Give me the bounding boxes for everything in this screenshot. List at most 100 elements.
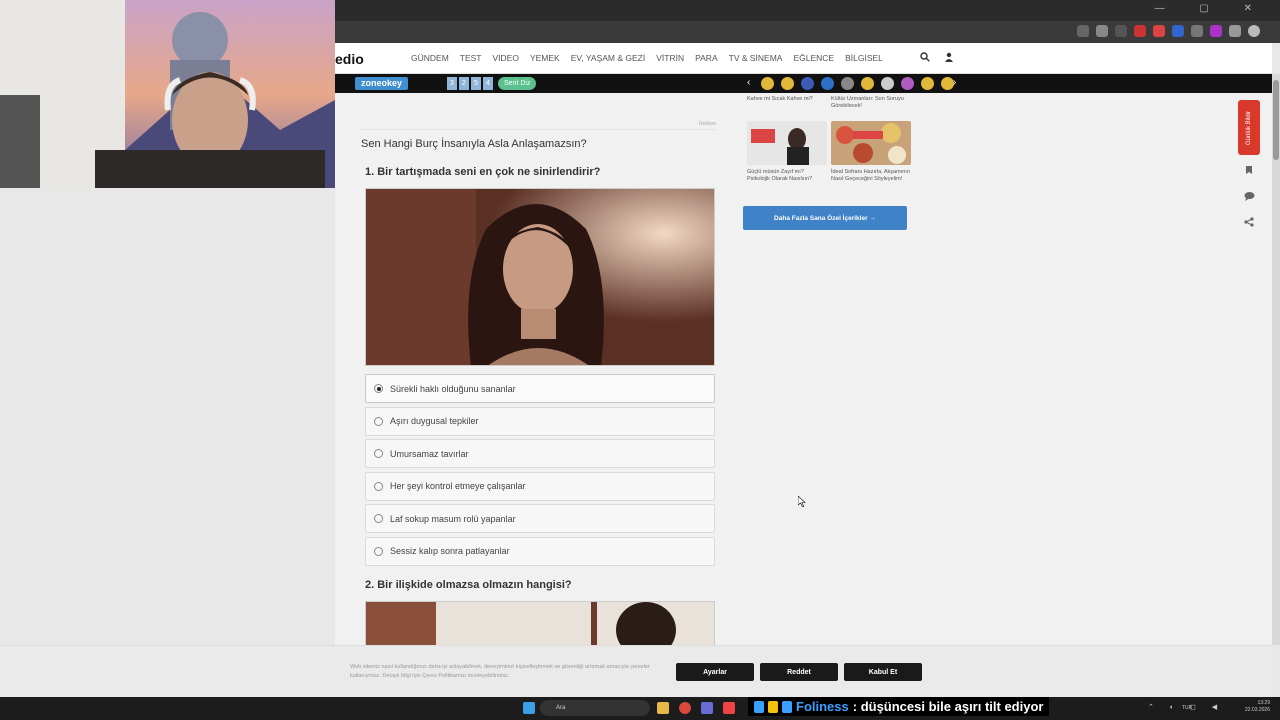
emoji-reaction-icon[interactable]: [901, 77, 914, 90]
more-content-button[interactable]: Daha Fazla Sana Özel İçerikler →: [743, 206, 907, 230]
chevron-left-icon[interactable]: ‹: [747, 77, 750, 88]
cookie-accept-button[interactable]: Kabul Et: [844, 663, 922, 681]
cookie-settings-button[interactable]: Ayarlar: [676, 663, 754, 681]
badge-icon: [782, 700, 792, 713]
app-icon[interactable]: [701, 702, 713, 714]
extension-icon[interactable]: [1134, 25, 1146, 37]
extension-icon[interactable]: [1172, 25, 1184, 37]
answer-option[interactable]: Laf sokup masum rolü yapanlar: [365, 504, 715, 533]
share-icon[interactable]: [1244, 217, 1254, 230]
clock[interactable]: 13:29 22.03.2026: [1245, 700, 1270, 714]
zone-logo[interactable]: zoneokey: [355, 77, 409, 90]
cookie-text: Web sitemiz nasıl kullandığınızı daha iy…: [350, 664, 650, 679]
scrollbar-thumb[interactable]: [1273, 80, 1279, 160]
radio-button[interactable]: [374, 514, 383, 523]
emoji-reaction-icon[interactable]: [761, 77, 774, 90]
clock-time: 13:29: [1257, 700, 1270, 706]
related-card[interactable]: İdeal Sofranı Hazırla, Akşamının Nasıl G…: [831, 121, 911, 183]
emoji-reaction-icon[interactable]: [821, 77, 834, 90]
profile-icon[interactable]: [1248, 25, 1260, 37]
nav-item[interactable]: GÜNDEM: [411, 53, 449, 63]
puzzle-icon[interactable]: [1229, 25, 1241, 37]
answer-option[interactable]: Her şeyi kontrol etmeye çalışanlar: [365, 471, 715, 501]
number-tile: 2: [459, 77, 469, 90]
bookmark-icon[interactable]: [1077, 25, 1089, 37]
radio-button[interactable]: [374, 481, 383, 491]
cookie-reject-button[interactable]: Reddet: [760, 663, 838, 681]
feedback-tab[interactable]: Günlük Bildir: [1238, 100, 1260, 155]
emoji-reaction-icon[interactable]: [781, 77, 794, 90]
answer-label: Aşırı duygusal tepkiler: [390, 416, 479, 426]
related-card[interactable]: Güçlü müsün Zayıf mı? Psikolojik Olarak …: [747, 121, 827, 183]
emoji-reaction-icon[interactable]: [861, 77, 874, 90]
user-icon[interactable]: [944, 52, 954, 65]
quiz-title: Sen Hangi Burç İnsanıyla Asla Anlaşamazs…: [361, 138, 587, 150]
extension-icon[interactable]: [1115, 25, 1127, 37]
answer-label: Her şeyi kontrol etmeye çalışanlar: [390, 481, 526, 491]
card-title: Güçlü müsün Zayıf mı? Psikolojik Olarak …: [747, 169, 813, 182]
number-tile: 4: [483, 77, 493, 90]
chat-overlay: Foliness : düşüncesi bile aşırı tilt edi…: [748, 697, 1050, 716]
radio-button[interactable]: [374, 384, 383, 393]
search-icon[interactable]: [920, 52, 930, 65]
related-card[interactable]: Kahve mi Sıcak Kahve mi?: [747, 96, 827, 103]
answer-label: Sürekli haklı olduğunu sananlar: [390, 383, 516, 394]
page-content: Reklam Sen Hangi Burç İnsanıyla Asla Anl…: [335, 93, 1272, 645]
webcam-overlay: [0, 0, 335, 188]
radio-button[interactable]: [374, 449, 383, 458]
chevron-right-icon[interactable]: ›: [953, 77, 956, 88]
main-nav: GÜNDEM TEST VİDEO YEMEK EV, YAŞAM & GEZİ…: [411, 53, 883, 63]
emoji-reaction-icon[interactable]: [841, 77, 854, 90]
question-1: 1. Bir tartışmada seni en çok ne sinirle…: [365, 166, 601, 178]
number-tile: 3: [447, 77, 457, 90]
site-logo[interactable]: edio: [335, 51, 364, 67]
related-content: Kahve mi Sıcak Kahve mi? Kültür Uzmanlar…: [743, 93, 911, 198]
nav-item[interactable]: TV & SİNEMA: [729, 53, 783, 63]
language-indicator[interactable]: TUR: [1182, 705, 1192, 711]
zone-numbers: 3 2 5 4: [447, 77, 493, 90]
emoji-reaction-icon[interactable]: [881, 77, 894, 90]
nav-item[interactable]: BİLGİSEL: [845, 53, 883, 63]
nav-item[interactable]: EV, YAŞAM & GEZİ: [571, 53, 645, 63]
nav-item[interactable]: PARA: [695, 53, 718, 63]
card-thumbnail: [747, 121, 827, 165]
bookmark-icon[interactable]: [1244, 165, 1254, 178]
extension-icon[interactable]: [1153, 25, 1165, 37]
badge-icon: [754, 700, 764, 713]
nav-item[interactable]: YEMEK: [530, 53, 560, 63]
nav-item[interactable]: TEST: [460, 53, 482, 63]
nav-item[interactable]: EĞLENCE: [793, 53, 834, 63]
emoji-reaction-icon[interactable]: [801, 77, 814, 90]
extension-icon[interactable]: [1191, 25, 1203, 37]
game-strip: zoneokey 3 2 5 4 Serit Diz ‹ ›: [335, 74, 1272, 93]
nav-item[interactable]: VİTRİN: [656, 53, 684, 63]
cookie-consent-bar: Web sitemiz nasıl kullandığınızı daha iy…: [0, 645, 1272, 697]
answer-option-selected[interactable]: Sürekli haklı olduğunu sananlar: [365, 374, 715, 403]
extension-icon[interactable]: [1210, 25, 1222, 37]
windows-start-icon[interactable]: [523, 702, 535, 714]
answer-option[interactable]: Sessiz kalıp sonra patlayanlar: [365, 536, 715, 566]
folder-icon[interactable]: [657, 702, 669, 714]
chrome-icon[interactable]: [679, 702, 691, 714]
extension-icons: [1077, 25, 1260, 37]
card-title: Kahve mi Sıcak Kahve mi?: [747, 96, 813, 102]
answer-label: Umursamaz tavırlar: [390, 448, 469, 459]
answer-option[interactable]: Aşırı duygusal tepkiler: [365, 406, 715, 436]
radio-button[interactable]: [374, 546, 383, 556]
answer-option[interactable]: Umursamaz tavırlar: [365, 439, 715, 468]
clock-date: 22.03.2026: [1244, 707, 1270, 713]
card-title: Kültür Uzmanları: Son Soruyu Görebilecek…: [831, 96, 904, 109]
serit-diz-button[interactable]: Serit Diz: [498, 77, 537, 90]
star-icon[interactable]: [1096, 25, 1108, 37]
related-card[interactable]: Kültür Uzmanları: Son Soruyu Görebilecek…: [831, 96, 911, 110]
page-scrollbar[interactable]: [1272, 74, 1280, 645]
comment-icon[interactable]: [1244, 191, 1255, 204]
nav-item[interactable]: VİDEO: [493, 53, 519, 63]
question-2: 2. Bir ilişkide olmazsa olmazın hangisi?: [365, 579, 572, 591]
taskbar-search[interactable]: Ara: [540, 700, 650, 716]
emoji-reaction-icon[interactable]: [921, 77, 934, 90]
emoji-reactions: [761, 77, 954, 90]
radio-button[interactable]: [374, 416, 383, 426]
window-controls[interactable]: — ▢ ✕: [1155, 3, 1268, 14]
app-icon[interactable]: [723, 702, 735, 714]
